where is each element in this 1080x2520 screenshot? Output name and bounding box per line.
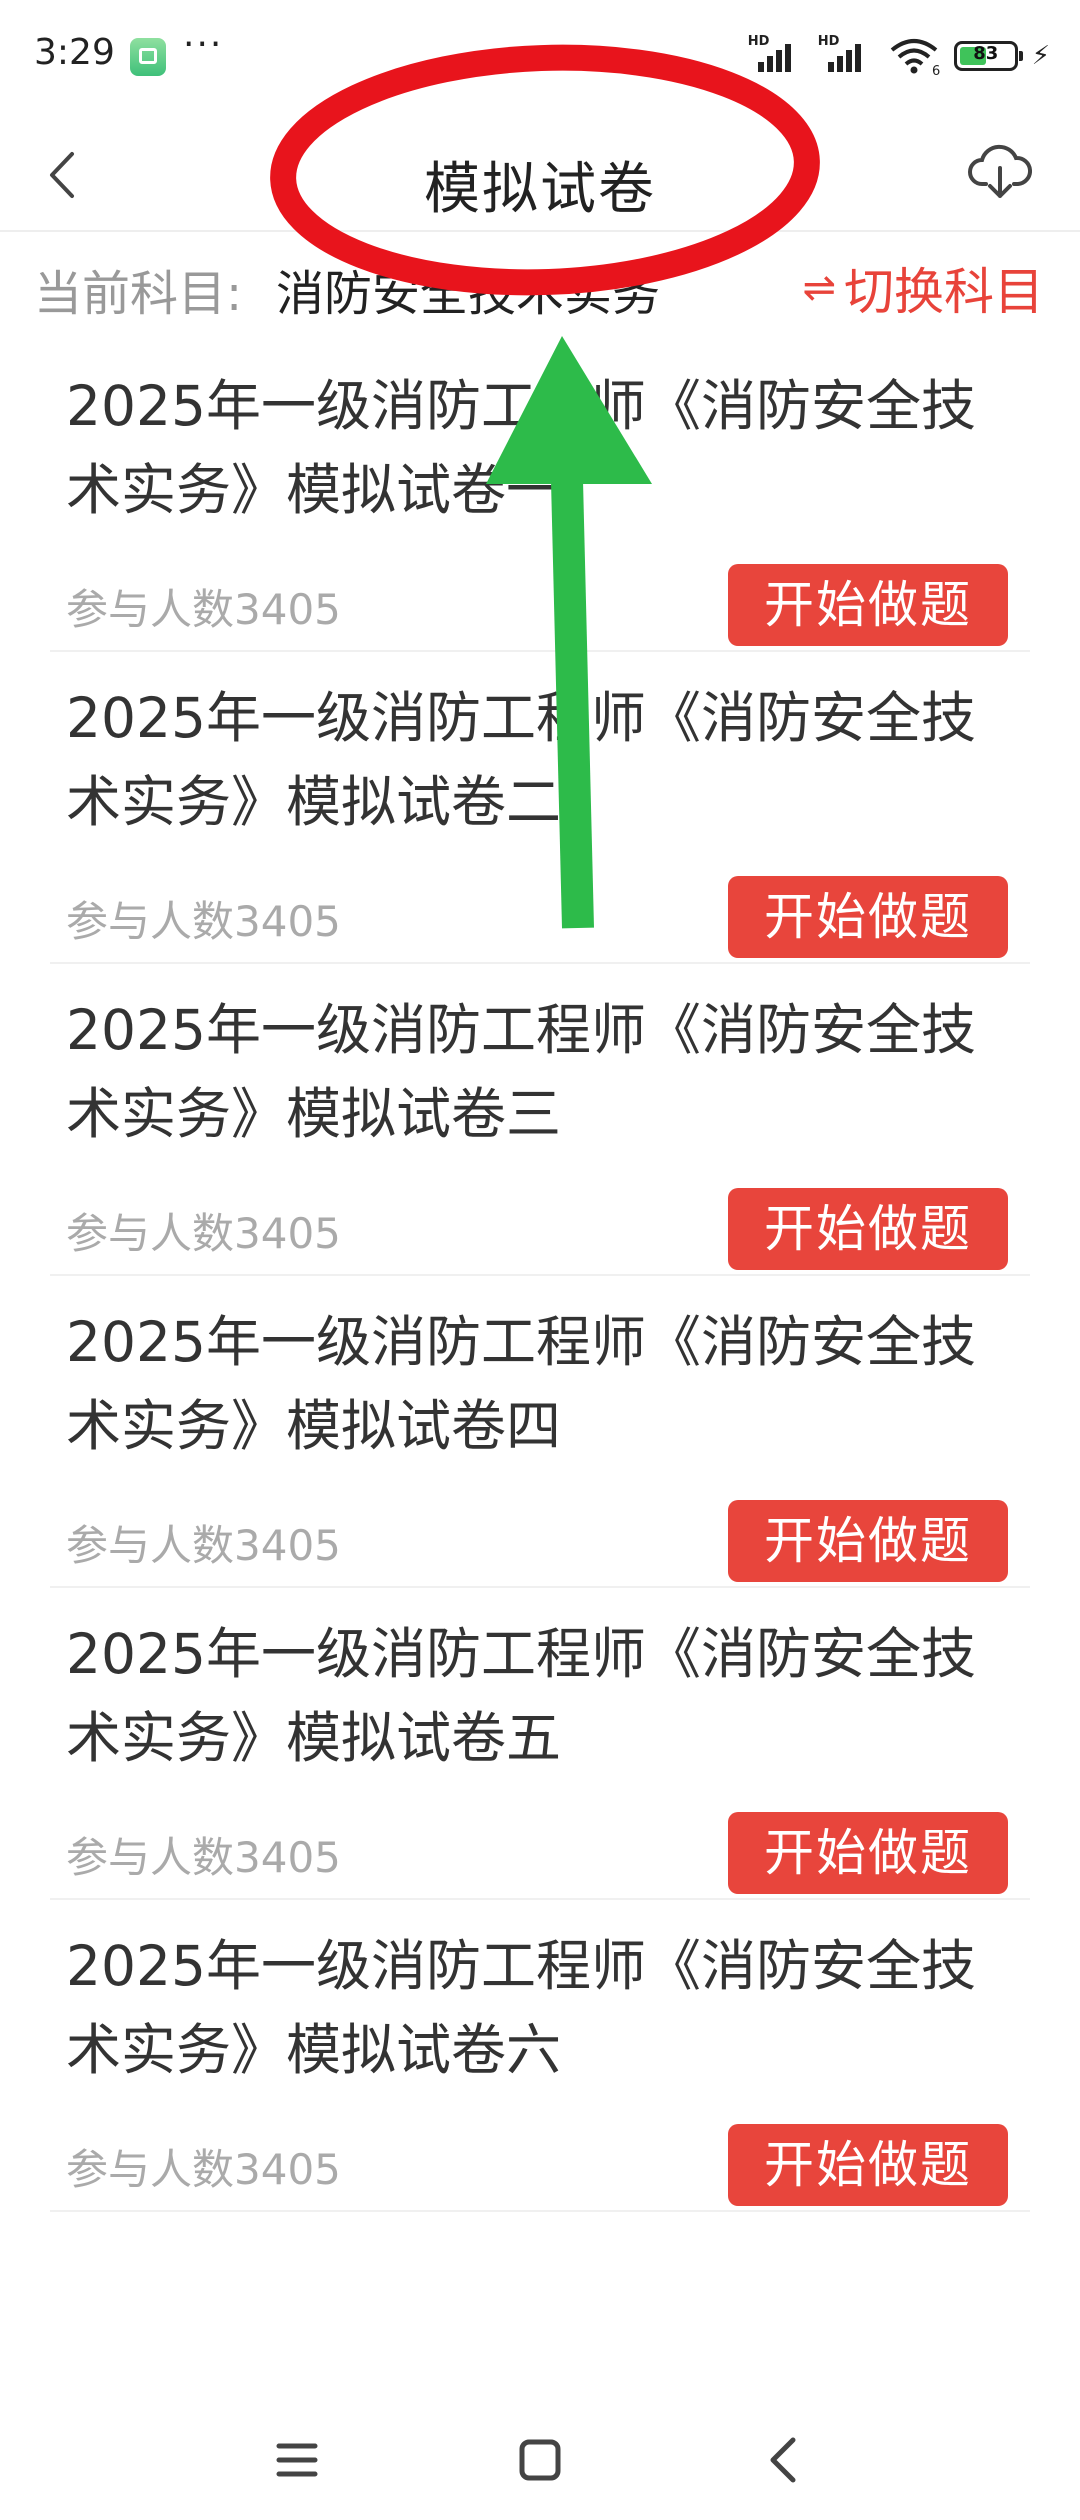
cloud-download-icon xyxy=(968,144,1032,198)
start-button[interactable]: 开始做题 xyxy=(728,1188,1008,1270)
wifi-icon: 6 xyxy=(890,39,940,76)
list-item[interactable]: 2025年一级消防工程师《消防安全技术实务》模拟试卷三 参与人数3405 开始做… xyxy=(50,964,1030,1276)
more-notifications-icon: ··· xyxy=(183,24,224,65)
signal-icon-2: HD xyxy=(818,34,874,74)
participant-count: 参与人数3405 xyxy=(66,897,341,946)
paper-title: 2025年一级消防工程师《消防安全技术实务》模拟试卷五 xyxy=(66,1622,976,1770)
paper-title: 2025年一级消防工程师《消防安全技术实务》模拟试卷四 xyxy=(66,1310,976,1458)
paper-list: 2025年一级消防工程师《消防安全技术实务》模拟试卷一 参与人数3405 开始做… xyxy=(0,340,1080,2212)
swap-icon: ⇌ xyxy=(802,265,836,311)
system-nav-bar xyxy=(0,2400,1080,2520)
participant-count: 参与人数3405 xyxy=(66,2145,341,2194)
paper-title: 2025年一级消防工程师《消防安全技术实务》模拟试卷一 xyxy=(66,374,976,522)
battery-level: 83 xyxy=(973,43,999,64)
start-button[interactable]: 开始做题 xyxy=(728,1812,1008,1894)
download-button[interactable] xyxy=(960,132,1040,212)
switch-subject-button[interactable]: ⇌ 切换科目 xyxy=(802,252,1044,324)
back-triangle-icon[interactable] xyxy=(745,2420,825,2500)
participant-count: 参与人数3405 xyxy=(66,1833,341,1882)
battery-icon: 83 xyxy=(953,41,1023,71)
svg-text:6: 6 xyxy=(932,64,940,76)
menu-icon[interactable] xyxy=(257,2420,337,2500)
charging-icon: ⚡ xyxy=(1031,41,1050,71)
page-title: 模拟试卷 xyxy=(424,157,656,222)
status-indicators: HD HD 6 83 ⚡ xyxy=(748,34,1050,76)
subject-row: 当前科目: 消防安全技术实务 ⇌ 切换科目 xyxy=(0,232,1080,330)
subject-value: 消防安全技术实务 xyxy=(276,266,661,322)
signal-icon: HD xyxy=(748,34,804,74)
participant-count: 参与人数3405 xyxy=(66,585,341,634)
nav-bar: 模拟试卷 xyxy=(0,118,1080,232)
paper-title: 2025年一级消防工程师《消防安全技术实务》模拟试卷二 xyxy=(66,686,976,834)
participant-count: 参与人数3405 xyxy=(66,1209,341,1258)
start-button[interactable]: 开始做题 xyxy=(728,876,1008,958)
start-button[interactable]: 开始做题 xyxy=(728,2124,1008,2206)
list-item[interactable]: 2025年一级消防工程师《消防安全技术实务》模拟试卷六 参与人数3405 开始做… xyxy=(50,1900,1030,2212)
list-item[interactable]: 2025年一级消防工程师《消防安全技术实务》模拟试卷二 参与人数3405 开始做… xyxy=(50,652,1030,964)
paper-title: 2025年一级消防工程师《消防安全技术实务》模拟试卷三 xyxy=(66,998,976,1146)
start-button[interactable]: 开始做题 xyxy=(728,1500,1008,1582)
home-square-icon[interactable] xyxy=(500,2420,580,2500)
switch-subject-label: 切换科目 xyxy=(844,263,1044,321)
paper-title: 2025年一级消防工程师《消防安全技术实务》模拟试卷六 xyxy=(66,1934,976,2082)
list-item[interactable]: 2025年一级消防工程师《消防安全技术实务》模拟试卷一 参与人数3405 开始做… xyxy=(50,340,1030,652)
list-item[interactable]: 2025年一级消防工程师《消防安全技术实务》模拟试卷四 参与人数3405 开始做… xyxy=(50,1276,1030,1588)
app-notification-icon xyxy=(130,38,166,76)
start-button[interactable]: 开始做题 xyxy=(728,564,1008,646)
status-time: 3:29 xyxy=(34,32,115,73)
participant-count: 参与人数3405 xyxy=(66,1521,341,1570)
status-bar: 3:29 ··· HD HD 6 83 ⚡ xyxy=(0,0,1080,118)
list-item[interactable]: 2025年一级消防工程师《消防安全技术实务》模拟试卷五 参与人数3405 开始做… xyxy=(50,1588,1030,1900)
subject-label: 当前科目: xyxy=(34,266,243,322)
